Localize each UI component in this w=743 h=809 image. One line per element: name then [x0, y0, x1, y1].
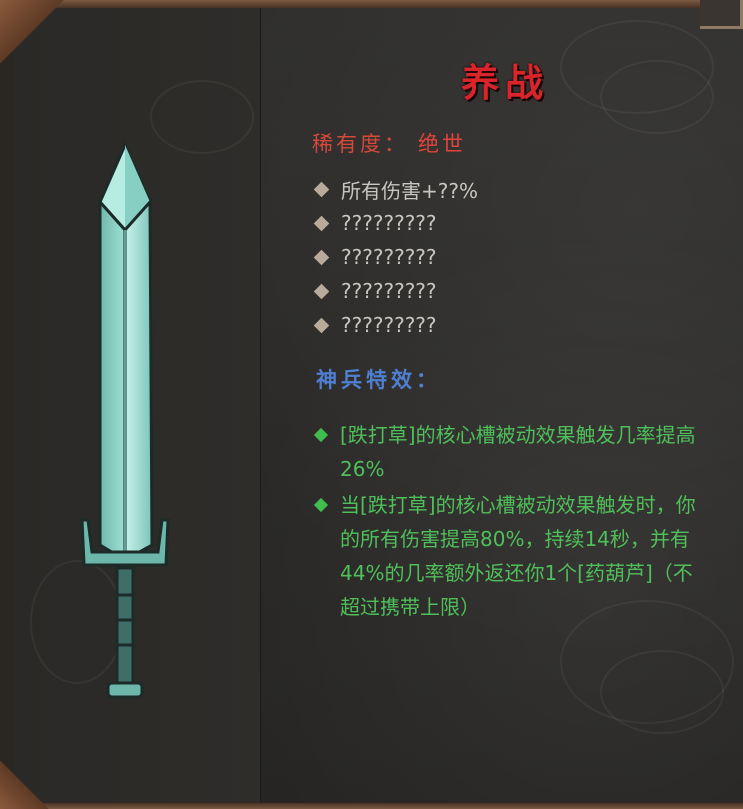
effect-item: 当[跌打草]的核心槽被动效果触发时，你的所有伤害提高80%，持续14秒，并有44… [310, 488, 710, 624]
stat-item: 所有伤害+??% [310, 172, 478, 206]
frame-top-border [0, 0, 743, 8]
stat-text: ????????? [341, 211, 437, 235]
stat-item: ????????? [310, 308, 478, 342]
special-effect-list: [跌打草]的核心槽被动效果触发几率提高26% 当[跌打草]的核心槽被动效果触发时… [310, 418, 710, 626]
special-effect-title: 神兵特效： [316, 368, 441, 392]
effect-item: [跌打草]的核心槽被动效果触发几率提高26% [310, 418, 710, 486]
stat-text: 所有伤害+??% [341, 178, 478, 203]
cloud-pattern [600, 650, 724, 734]
stat-item: ????????? [310, 240, 478, 274]
frame-corner-ornament [0, 749, 60, 809]
stat-item: ????????? [310, 274, 478, 308]
diamond-icon [313, 317, 330, 333]
item-name: 养战 [460, 60, 549, 105]
rarity-label: 稀有度： [312, 132, 408, 156]
stat-item: ????????? [310, 206, 478, 240]
rarity-value: 绝世 [418, 132, 466, 156]
diamond-icon [313, 249, 330, 265]
rarity-row: 稀有度： 绝世 [312, 128, 466, 158]
effect-text: 当[跌打草]的核心槽被动效果触发时，你的所有伤害提高80%，持续14秒，并有44… [340, 493, 696, 619]
stat-list: 所有伤害+??% ????????? ????????? ????????? ?… [310, 172, 478, 342]
stat-text: ????????? [341, 279, 437, 303]
green-diamond-icon [313, 427, 329, 443]
frame-corner-ornament [700, 0, 743, 29]
sword-icon [80, 141, 170, 699]
frame-corner-ornament [0, 0, 70, 70]
diamond-icon [313, 181, 330, 197]
stat-text: ????????? [341, 313, 437, 337]
cloud-pattern [600, 60, 714, 134]
stat-text: ????????? [341, 245, 437, 269]
diamond-icon [313, 283, 330, 299]
green-diamond-icon [313, 497, 329, 513]
frame-bottom-border [0, 803, 743, 809]
diamond-icon [313, 215, 330, 231]
effect-text: [跌打草]的核心槽被动效果触发几率提高26% [340, 423, 696, 481]
item-tooltip-frame: 养战 稀有度： 绝世 所有伤害+??% ????????? ????????? ?… [0, 0, 743, 809]
